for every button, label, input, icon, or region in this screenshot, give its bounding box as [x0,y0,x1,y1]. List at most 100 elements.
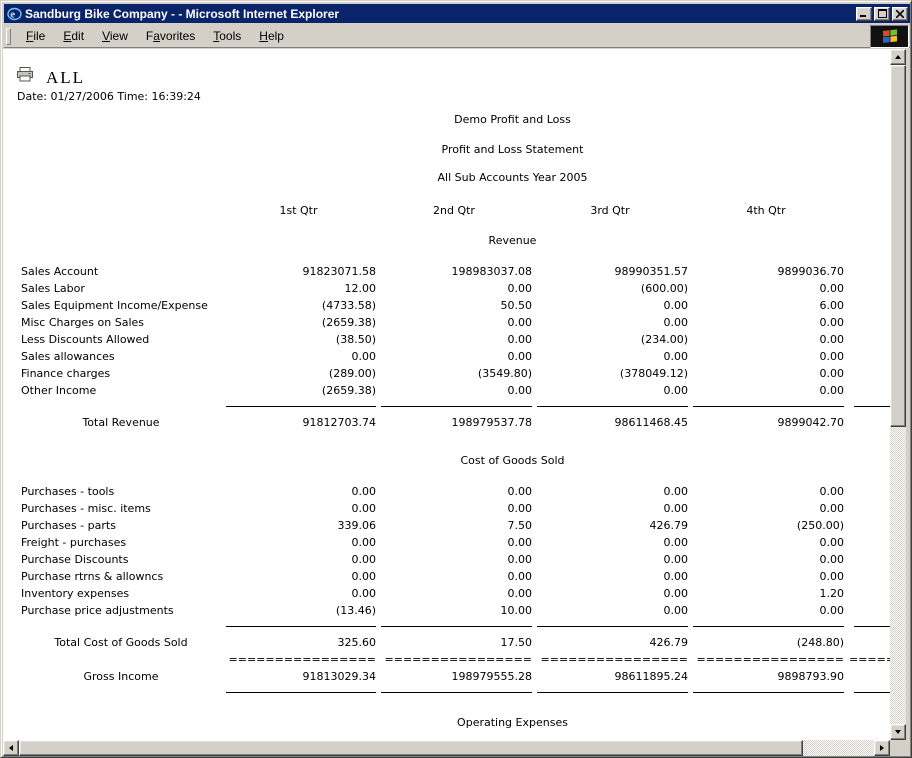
rule-row [21,685,890,693]
rule-cell [532,399,688,407]
cell-value: 0.00 [532,483,688,500]
table-row: Freight - purchases0.000.000.000.00 [21,534,890,551]
cell-overflow [844,263,890,280]
column-header: 3rd Qtr [532,202,688,219]
cell-value: 0.00 [532,551,688,568]
cell-overflow [844,382,890,399]
table-row: Other Income(2659.38)0.000.000.00 [21,382,890,399]
cell-value: (248.80) [688,634,844,651]
cell-value: 98990351.57 [532,263,688,280]
menu-item-help[interactable]: Help [250,26,293,46]
minimize-button[interactable] [856,7,872,21]
column-header: 2nd Qtr [376,202,532,219]
row-label: Finance charges [21,365,221,382]
cell-value: 0.00 [376,348,532,365]
row-label: Purchases - tools [21,483,221,500]
close-button[interactable] [892,7,908,21]
cell-value: 0.00 [376,500,532,517]
cell-value: 0.00 [376,585,532,602]
cell-value: 0.00 [688,483,844,500]
menu-item-edit[interactable]: Edit [54,26,93,46]
left-arrow-icon [9,745,13,751]
row-label: Misc Charges on Sales [21,314,221,331]
menu-gripper[interactable] [6,28,11,45]
horizontal-scrollbar-track[interactable] [3,740,890,756]
cell-value: 7.50 [376,517,532,534]
rule-cell [221,399,376,407]
equals-row: ========================================… [21,651,890,668]
equals-cell: ================ [221,651,376,668]
cell-value: 0.00 [221,348,376,365]
cell-overflow [844,348,890,365]
row-label: Purchase rtrns & allowncs [21,568,221,585]
column-header: 4th Qtr [688,202,844,219]
menu-item-view[interactable]: View [93,26,137,46]
cell-value: 0.00 [532,602,688,619]
cell-value: (250.00) [688,517,844,534]
menu-item-file[interactable]: File [17,26,54,46]
row-label: Total Cost of Goods Sold [21,634,221,651]
down-arrow-icon [895,730,901,734]
cell-value: 12.00 [221,280,376,297]
title-bar[interactable]: e Sandburg Bike Company - - Microsoft In… [4,4,910,23]
cell-value: 0.00 [221,500,376,517]
cell-overflow [844,568,890,585]
table-row: Purchase price adjustments(13.46)10.000.… [21,602,890,619]
rule-cell [532,685,688,693]
cell-value: 0.00 [376,568,532,585]
cell-value: 0.00 [532,568,688,585]
cell-overflow [844,602,890,619]
report-subtitle: Profit and Loss Statement [21,141,890,158]
rule-cell [844,619,890,627]
cell-value: 0.00 [221,568,376,585]
cell-value: 339.06 [221,517,376,534]
printer-icon[interactable] [17,67,33,87]
cell-value: 1.20 [688,585,844,602]
cell-value: 10.00 [376,602,532,619]
table-row: Misc Charges on Sales(2659.38)0.000.000.… [21,314,890,331]
scroll-up-button[interactable] [890,49,906,65]
menu-bar: FileEditViewFavoritesToolsHelp [4,25,910,48]
cell-value: 98611468.45 [532,414,688,431]
cell-value: 426.79 [532,634,688,651]
cell-value: 0.00 [532,534,688,551]
report-head: ALL [17,67,890,87]
cell-value: 0.00 [532,348,688,365]
cell-value: 6.00 [688,297,844,314]
cell-value: 9898793.90 [688,668,844,685]
cell-value: 198983037.08 [376,263,532,280]
cell-value: 0.00 [532,500,688,517]
vertical-scrollbar-track[interactable] [890,49,906,740]
scroll-right-button[interactable] [874,740,890,756]
cell-overflow [844,331,890,348]
cell-overflow [844,500,890,517]
cell-overflow [844,414,890,431]
scrollbar-corner [890,740,907,756]
column-header-row: 1st Qtr2nd Qtr3rd Qtr4th Qtr [21,202,890,219]
cell-value: 0.00 [688,382,844,399]
row-label: Gross Income [21,668,221,685]
table-row: Sales Account91823071.58198983037.089899… [21,263,890,280]
maximize-button[interactable] [874,7,890,21]
cell-value: 9899042.70 [688,414,844,431]
row-label: Sales Account [21,263,221,280]
menu-item-tools[interactable]: Tools [204,26,250,46]
cell-value: (38.50) [221,331,376,348]
rule-cell [376,619,532,627]
cell-value: 0.00 [688,602,844,619]
cell-value: 0.00 [376,331,532,348]
cell-value: (13.46) [221,602,376,619]
cell-value: 0.00 [376,483,532,500]
scroll-down-button[interactable] [890,724,906,740]
row-label: Purchases - parts [21,517,221,534]
vertical-scrollbar-thumb[interactable] [890,65,906,427]
table-row: Purchase rtrns & allowncs0.000.000.000.0… [21,568,890,585]
total-row: Total Cost of Goods Sold325.6017.50426.7… [21,634,890,651]
column-header: 1st Qtr [221,202,376,219]
row-label: Less Discounts Allowed [21,331,221,348]
horizontal-scrollbar-thumb[interactable] [19,740,803,756]
section-header: Cost of Goods Sold [21,452,890,469]
scroll-left-button[interactable] [3,740,19,756]
menu-item-favorites[interactable]: Favorites [137,26,204,46]
cell-value: 0.00 [221,585,376,602]
